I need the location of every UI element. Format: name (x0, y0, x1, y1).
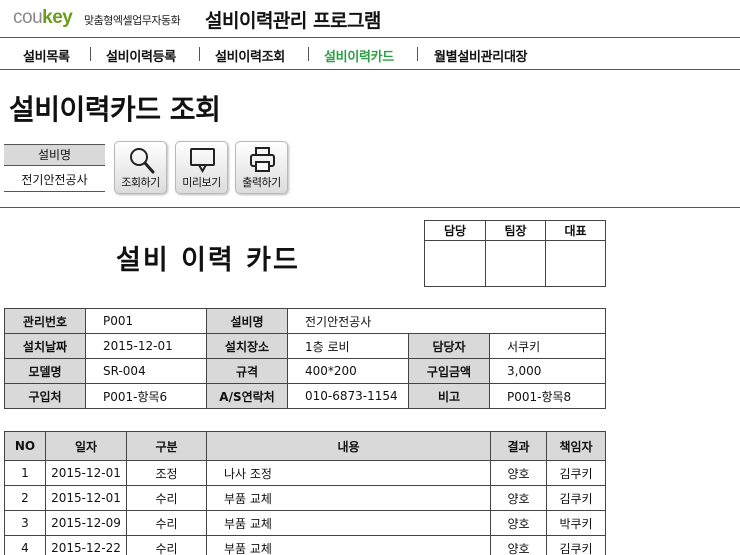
search-button[interactable]: 조회하기 (114, 141, 167, 194)
info-label: 관리번호 (4, 308, 86, 334)
row-type: 수리 (126, 535, 207, 555)
row-result: 양호 (490, 510, 547, 536)
row-no: 1 (4, 460, 46, 486)
search-button-label: 조회하기 (121, 176, 160, 189)
row-date: 2015-12-01 (45, 485, 127, 511)
info-label: 모델명 (4, 358, 86, 384)
table-row: 2 2015-12-01 수리 부품 교체 양호 김쿠키 (4, 485, 606, 511)
nav-monthly-ledger[interactable]: 월별설비관리대장 (434, 46, 528, 65)
info-label: 구입금액 (408, 358, 490, 384)
row-type: 조정 (126, 460, 207, 486)
nav-separator (308, 47, 309, 61)
row-no: 4 (4, 535, 46, 555)
equipment-name: 전기안전공사 (287, 308, 606, 334)
info-label: 설비명 (206, 308, 288, 334)
row-responsible: 박쿠키 (546, 510, 606, 536)
history-table: NO 일자 구분 내용 결과 책임자 1 2015-12-01 조정 나사 조정… (4, 431, 606, 555)
preview-button-label: 미리보기 (182, 176, 221, 189)
nav-separator (90, 47, 91, 61)
vendor: P001-항목6 (85, 383, 207, 409)
section-divider (0, 207, 740, 208)
info-label: 구입처 (4, 383, 86, 409)
nav-separator (417, 47, 418, 61)
row-content: 나사 조정 (206, 460, 491, 486)
row-result: 양호 (490, 535, 547, 555)
info-label: A/S연락처 (206, 383, 288, 409)
app-title: 설비이력관리 프로그램 (205, 10, 381, 32)
print-button[interactable]: 출력하기 (235, 141, 288, 194)
approval-header: 대표 (545, 220, 606, 241)
row-date: 2015-12-09 (45, 510, 127, 536)
column-header-date: 일자 (45, 431, 127, 461)
info-label: 담당자 (408, 333, 490, 359)
main-nav: 설비목록 설비이력등록 설비이력조회 설비이력카드 월별설비관리대장 (0, 38, 740, 70)
card-title: 설비 이력 카드 (116, 245, 300, 276)
as-contact: 010-6873-1154 (287, 383, 409, 409)
approval-header: 담당 (424, 220, 486, 241)
nav-history-card[interactable]: 설비이력카드 (324, 46, 394, 65)
note: P001-항목8 (489, 383, 606, 409)
magnifier-icon (130, 148, 155, 174)
page-title: 설비이력카드 조회 (9, 93, 221, 126)
table-row: 1 2015-12-01 조정 나사 조정 양호 김쿠키 (4, 460, 606, 486)
coukey-logo: coukey (13, 7, 73, 29)
column-header-content: 내용 (206, 431, 491, 461)
equipment-name-label: 설비명 (4, 144, 105, 166)
row-responsible: 김쿠키 (546, 485, 606, 511)
app-header: coukey 맞춤형엑셀업무자동화 설비이력관리 프로그램 (0, 0, 740, 38)
nav-separator (199, 47, 200, 61)
model-name: SR-004 (85, 358, 207, 384)
nav-history-search[interactable]: 설비이력조회 (215, 46, 285, 65)
column-header-type: 구분 (126, 431, 207, 461)
row-no: 3 (4, 510, 46, 536)
specification: 400*200 (287, 358, 409, 384)
approval-header: 팀장 (485, 220, 546, 241)
row-content: 부품 교체 (206, 510, 491, 536)
print-button-label: 출력하기 (242, 176, 281, 189)
row-type: 수리 (126, 510, 207, 536)
nav-history-register[interactable]: 설비이력등록 (106, 46, 176, 65)
column-header-no: NO (4, 431, 46, 461)
row-date: 2015-12-01 (45, 460, 127, 486)
logo-suffix: key (42, 7, 73, 28)
info-label: 설치날짜 (4, 333, 86, 359)
row-responsible: 김쿠키 (546, 460, 606, 486)
table-row: 4 2015-12-22 수리 부품 교체 양호 김쿠키 (4, 535, 606, 555)
manager: 서쿠키 (489, 333, 606, 359)
info-label: 비고 (408, 383, 490, 409)
monitor-icon (190, 148, 215, 173)
management-number: P001 (85, 308, 207, 334)
install-date: 2015-12-01 (85, 333, 207, 359)
row-date: 2015-12-22 (45, 535, 127, 555)
info-label: 설치장소 (206, 333, 288, 359)
approval-sign-cell (424, 240, 486, 287)
preview-button[interactable]: 미리보기 (175, 141, 228, 194)
row-type: 수리 (126, 485, 207, 511)
row-content: 부품 교체 (206, 485, 491, 511)
row-responsible: 김쿠키 (546, 535, 606, 555)
printer-icon (250, 147, 275, 172)
approval-sign-cell (485, 240, 546, 287)
column-header-result: 결과 (490, 431, 547, 461)
approval-table: 담당 팀장 대표 (424, 220, 606, 287)
approval-sign-cell (545, 240, 606, 287)
nav-equipment-list[interactable]: 설비목록 (23, 46, 70, 65)
equipment-info-table: 관리번호 P001 설비명 전기안전공사 설치날짜 2015-12-01 설치장… (4, 308, 606, 409)
row-result: 양호 (490, 485, 547, 511)
row-no: 2 (4, 485, 46, 511)
table-row: 3 2015-12-09 수리 부품 교체 양호 박쿠키 (4, 510, 606, 536)
logo-prefix: cou (13, 7, 43, 28)
tagline: 맞춤형엑셀업무자동화 (84, 14, 181, 27)
column-header-responsible: 책임자 (546, 431, 606, 461)
install-place: 1층 로비 (287, 333, 409, 359)
info-label: 규격 (206, 358, 288, 384)
row-result: 양호 (490, 460, 547, 486)
row-content: 부품 교체 (206, 535, 491, 555)
equipment-name-select[interactable]: 전기안전공사 (4, 168, 105, 192)
purchase-price: 3,000 (489, 358, 606, 384)
